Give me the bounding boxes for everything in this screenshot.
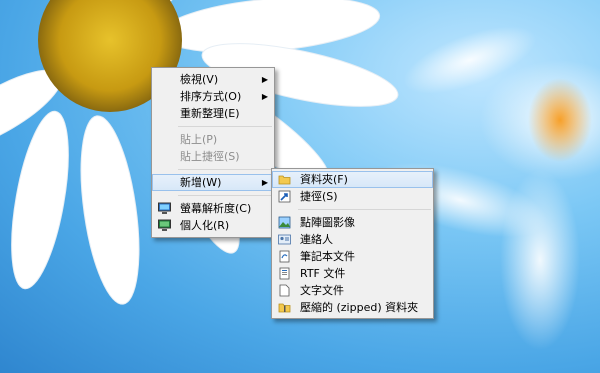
submenu-arrow-icon: ▶ [261,178,268,187]
submenu-item-bitmap[interactable]: 點陣圖影像 [272,214,433,231]
menu-item-label: 筆記本文件 [300,250,355,263]
folder-icon [278,175,291,185]
menu-item-label: 新增(W) [180,176,222,189]
menu-separator [178,195,272,196]
menu-separator [178,126,272,127]
bitmap-icon [278,216,291,229]
contact-icon [278,234,291,245]
submenu-item-text-document[interactable]: 文字文件 [272,282,433,299]
menu-item-label: 壓縮的 (zipped) 資料夾 [300,301,419,314]
zip-folder-icon [278,303,291,313]
rtf-document-icon [279,267,290,280]
menu-item-view[interactable]: 檢視(V) ▶ [152,71,274,88]
submenu-item-zipped-folder[interactable]: 壓縮的 (zipped) 資料夾 [272,299,433,316]
menu-item-refresh[interactable]: 重新整理(E) [152,105,274,122]
submenu-item-shortcut[interactable]: 捷徑(S) [272,188,433,205]
new-submenu: 資料夾(F) 捷徑(S) 點陣圖影像 連絡人 筆記本文件 RTF 文件 文字文件… [271,168,434,319]
display-icon [158,202,171,214]
menu-item-personalize[interactable]: 個人化(R) [152,217,274,234]
text-document-icon [279,284,290,297]
menu-item-label: 貼上捷徑(S) [180,150,240,163]
submenu-arrow-icon: ▶ [261,75,268,84]
menu-item-label: 個人化(R) [180,219,230,232]
menu-separator [298,209,431,210]
journal-icon [279,250,290,263]
menu-item-label: 點陣圖影像 [300,216,355,229]
menu-item-paste-shortcut[interactable]: 貼上捷徑(S) [152,148,274,165]
menu-item-label: 資料夾(F) [300,173,348,186]
submenu-item-journal[interactable]: 筆記本文件 [272,248,433,265]
personalize-icon [158,219,171,231]
menu-item-paste[interactable]: 貼上(P) [152,131,274,148]
desktop-context-menu: 檢視(V) ▶ 排序方式(O) ▶ 重新整理(E) 貼上(P) 貼上捷徑(S) … [151,67,275,238]
submenu-arrow-icon: ▶ [261,92,268,101]
menu-item-screen-resolution[interactable]: 螢幕解析度(C) [152,200,274,217]
menu-item-label: 捷徑(S) [300,190,338,203]
menu-separator [178,169,272,170]
menu-item-label: 連絡人 [300,233,333,246]
menu-item-label: 螢幕解析度(C) [180,202,252,215]
menu-item-label: RTF 文件 [300,267,346,280]
menu-item-label: 文字文件 [300,284,344,297]
menu-item-label: 檢視(V) [180,73,219,86]
menu-item-label: 貼上(P) [180,133,218,146]
menu-item-label: 重新整理(E) [180,107,240,120]
shortcut-icon [278,190,291,203]
menu-item-label: 排序方式(O) [180,90,242,103]
desktop-background[interactable]: 檢視(V) ▶ 排序方式(O) ▶ 重新整理(E) 貼上(P) 貼上捷徑(S) … [0,0,600,373]
menu-item-sort-by[interactable]: 排序方式(O) ▶ [152,88,274,105]
submenu-item-contact[interactable]: 連絡人 [272,231,433,248]
submenu-item-rtf[interactable]: RTF 文件 [272,265,433,282]
menu-item-new[interactable]: 新增(W) ▶ [152,174,274,191]
submenu-item-folder[interactable]: 資料夾(F) [272,171,433,188]
